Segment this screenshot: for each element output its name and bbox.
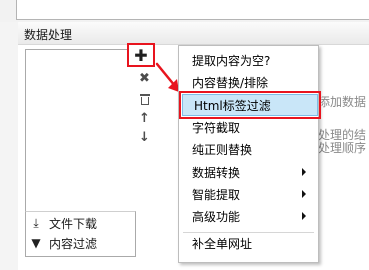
move-up-button[interactable]: ↑ bbox=[135, 109, 154, 127]
context-menu: 提取内容为空? 内容替换/排除 字符截取 纯正则替换 数据转换 智能提取 高级功… bbox=[178, 45, 319, 263]
trash-icon bbox=[139, 94, 150, 105]
left-gutter bbox=[0, 22, 18, 270]
menu-item-empty-check[interactable]: 提取内容为空? bbox=[179, 49, 318, 71]
section-title: 数据处理 bbox=[24, 28, 73, 42]
close-icon: ✖ bbox=[139, 70, 150, 86]
delete-button[interactable]: ✖ bbox=[135, 69, 154, 87]
add-button[interactable]: ✚ bbox=[127, 43, 155, 67]
menu-item-complete-url[interactable]: 补全单网址 bbox=[179, 232, 318, 254]
filter-list: ⤓ 文件下载 ▼ 内容过滤 bbox=[25, 211, 136, 257]
menu-item-label: Html标签过滤 bbox=[194, 98, 271, 113]
process-list[interactable] bbox=[25, 49, 136, 213]
menu-item-data-convert[interactable]: 数据转换 bbox=[179, 161, 318, 183]
hint-text-1: 添加数据 bbox=[318, 95, 367, 109]
filter-label: 内容过滤 bbox=[49, 236, 98, 251]
filter-label: 文件下载 bbox=[49, 216, 98, 231]
submenu-arrow-icon bbox=[302, 168, 306, 176]
menu-item-smart-extract[interactable]: 智能提取 bbox=[179, 183, 318, 205]
menu-item-advanced[interactable]: 高级功能 bbox=[179, 205, 318, 227]
menu-item-regex-replace[interactable]: 纯正则替换 bbox=[179, 138, 318, 160]
plus-icon: ✚ bbox=[134, 45, 148, 65]
process-toolbox: ✖ ↑ ↓ bbox=[135, 43, 154, 263]
filter-icon: ▼ bbox=[31, 236, 41, 250]
hint-text-3: 处理顺序 bbox=[318, 141, 367, 155]
menu-item-substring[interactable]: 字符截取 bbox=[179, 116, 318, 138]
section-header: 数据处理 bbox=[18, 22, 369, 45]
submenu-arrow-icon bbox=[302, 212, 306, 220]
move-down-button[interactable]: ↓ bbox=[135, 128, 154, 146]
top-panel bbox=[16, 0, 369, 20]
submenu-arrow-icon bbox=[302, 190, 306, 198]
menu-item-replace[interactable]: 内容替换/排除 bbox=[179, 71, 318, 93]
arrow-down-icon: ↓ bbox=[139, 129, 150, 145]
menu-item-html-filter[interactable]: Html标签过滤 bbox=[179, 91, 321, 119]
trash-button[interactable] bbox=[135, 90, 154, 108]
filter-item-content-filter[interactable]: ▼ 内容过滤 bbox=[26, 233, 135, 253]
arrow-up-icon: ↑ bbox=[139, 110, 150, 126]
download-icon: ⤓ bbox=[33, 215, 39, 230]
filter-item-download[interactable]: ⤓ 文件下载 bbox=[26, 213, 135, 233]
